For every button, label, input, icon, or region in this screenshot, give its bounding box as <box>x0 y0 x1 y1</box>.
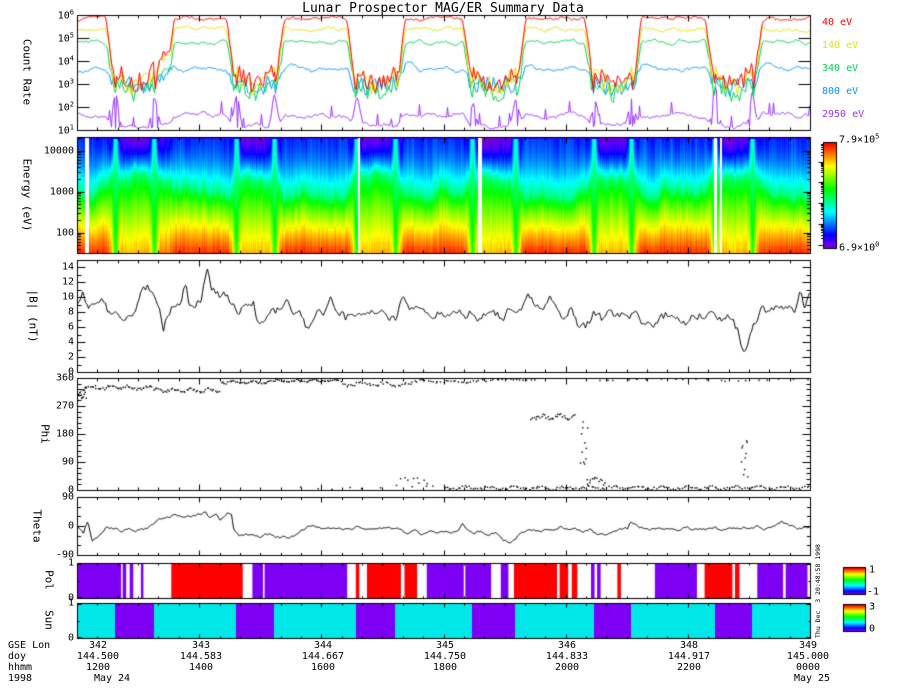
x-gse-lon-value: 346 <box>557 640 577 651</box>
x-date-value: May 24 <box>93 673 131 684</box>
legend-item: 40 eV <box>822 17 853 28</box>
summary-plot-canvas <box>0 0 900 700</box>
energy-ytick: 10000 <box>43 145 74 156</box>
x-doy-value: 144.500 <box>76 651 120 662</box>
ylabel-theta: Theta <box>30 509 44 543</box>
colorbar-min-label: 6.9×100 <box>839 240 880 254</box>
x-gse-lon-value: 344 <box>313 640 333 651</box>
row-header-doy: doy <box>8 651 27 662</box>
count-rate-ytick: 103 <box>57 77 74 91</box>
row-header-hhmm: hhmm <box>8 662 33 673</box>
creation-timestamp: Thu Dec 3 20:48:58 1998 <box>814 544 822 638</box>
bmag-ytick: 12 <box>61 276 74 288</box>
sun-ytick: 1 <box>67 597 74 609</box>
row-header-gse-lon: GSE Lon <box>8 640 51 651</box>
x-gse-lon-value: 345 <box>435 640 455 651</box>
phi-ytick: 180 <box>55 428 74 440</box>
bmag-ytick: 14 <box>61 261 74 273</box>
energy-ytick: 1000 <box>49 186 74 197</box>
count-rate-ytick: 105 <box>57 31 74 45</box>
x-gse-lon-value: 348 <box>679 640 699 651</box>
energy-ytick: 100 <box>55 227 74 238</box>
count-rate-ytick: 102 <box>57 100 74 114</box>
x-gse-lon-value: 343 <box>191 640 211 651</box>
count-rate-ytick: 106 <box>57 8 74 22</box>
ylabel-count-rate: Count Rate <box>20 38 34 106</box>
phi-ytick: 270 <box>55 400 74 412</box>
phi-ytick: 360 <box>55 372 74 384</box>
page-title: Lunar Prospector MAG/ER Summary Data <box>302 1 584 16</box>
x-hhmm-value: 0000 <box>795 662 821 673</box>
x-hhmm-value: 1800 <box>432 662 458 673</box>
x-gse-lon-value: 342 <box>88 640 108 651</box>
bmag-ytick: 10 <box>61 291 74 303</box>
x-doy-value: 144.750 <box>423 651 467 662</box>
bmag-ytick: 4 <box>67 336 74 348</box>
x-doy-value: 144.833 <box>545 651 589 662</box>
legend-item: 800 eV <box>822 86 859 97</box>
legend-item: 340 eV <box>822 63 859 74</box>
ylabel-energy: Energy (eV) <box>20 158 34 232</box>
x-doy-value: 144.667 <box>301 651 345 662</box>
x-date-value: May 25 <box>793 673 831 684</box>
legend-item: 2950 eV <box>822 109 865 120</box>
x-gse-lon-value: 349 <box>798 640 818 651</box>
x-doy-value: 144.583 <box>179 651 223 662</box>
x-doy-value: 144.917 <box>667 651 711 662</box>
ylabel-sun: Sun <box>42 610 56 630</box>
ylabel-bmag: |B| (nT) <box>26 289 40 343</box>
count-rate-ytick: 104 <box>57 54 74 68</box>
pol-colorbar-max-label: 1 <box>869 564 876 576</box>
sun-ytick: 0 <box>67 632 74 644</box>
x-hhmm-value: 1400 <box>188 662 214 673</box>
sun-colorbar-max-label: 3 <box>869 601 876 613</box>
row-header-year: 1998 <box>8 673 33 684</box>
sun-colorbar-min-label: 0 <box>869 623 876 635</box>
x-hhmm-value: 1600 <box>310 662 336 673</box>
pol-colorbar-min-label: -1 <box>867 586 880 598</box>
bmag-ytick: 2 <box>67 351 74 363</box>
x-hhmm-value: 2200 <box>676 662 702 673</box>
bmag-ytick: 8 <box>67 306 74 318</box>
theta-ytick: 90 <box>61 491 74 503</box>
ylabel-pol: Pol <box>42 570 56 590</box>
pol-ytick: 1 <box>67 557 74 569</box>
theta-ytick: 0 <box>67 520 74 532</box>
colorbar-max-label: 7.9×105 <box>839 132 880 146</box>
count-rate-ytick: 101 <box>57 123 74 137</box>
bmag-ytick: 6 <box>67 321 74 333</box>
legend-item: 140 eV <box>822 40 859 51</box>
x-doy-value: 145.000 <box>786 651 830 662</box>
ylabel-phi: Phi <box>38 424 52 444</box>
x-hhmm-value: 2000 <box>554 662 580 673</box>
phi-ytick: 90 <box>61 456 74 468</box>
plot-window: Lunar Prospector MAG/ER Summary Data Cou… <box>0 0 900 700</box>
x-hhmm-value: 1200 <box>85 662 111 673</box>
